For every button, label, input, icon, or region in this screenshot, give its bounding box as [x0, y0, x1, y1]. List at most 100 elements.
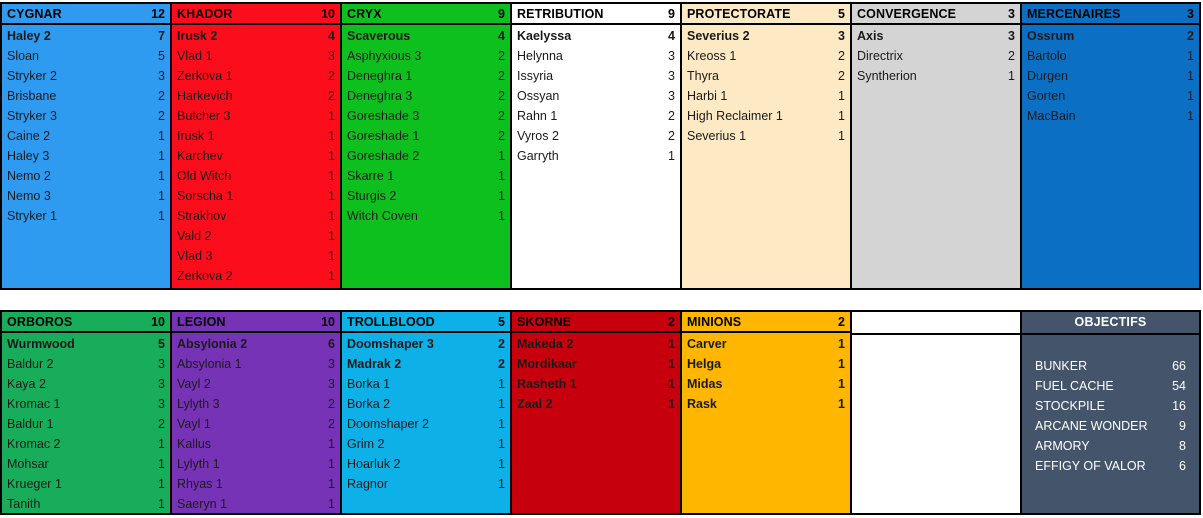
caster-name: Doomshaper 2	[347, 417, 429, 431]
caster-row: MacBain 1	[1027, 106, 1194, 126]
caster-row: Karchev 1	[177, 146, 335, 166]
caster-row: Vayl 1 2	[177, 414, 335, 434]
faction-count: 9	[498, 6, 505, 21]
faction-count: 10	[151, 314, 165, 329]
caster-count: 1	[328, 189, 335, 203]
caster-count: 1	[328, 497, 335, 511]
faction-panel-convergence: CONVERGENCE 3 Axis 3 Directrix 2 Syntherion 1	[850, 2, 1022, 290]
objective-name: ARMORY	[1035, 439, 1090, 453]
caster-row: High Reclaimer 1 1	[687, 106, 845, 126]
objective-count: 54	[1172, 379, 1186, 393]
faction-panel-orboros: ORBOROS 10 Wurmwood 5 Baldur 2 3 Kaya 2 3 Kromac…	[0, 310, 172, 515]
caster-name: Midas	[687, 377, 723, 391]
caster-name: Kromac 1	[7, 397, 61, 411]
faction-header: PROTECTORATE 5	[682, 4, 850, 25]
caster-count: 1	[328, 209, 335, 223]
caster-count: 1	[158, 497, 165, 511]
caster-name: Gorten	[1027, 89, 1066, 103]
caster-count: 1	[498, 437, 505, 451]
objective-name: STOCKPILE	[1035, 399, 1105, 413]
objective-row: EFFIGY OF VALOR 6	[1035, 456, 1186, 476]
caster-name: Helga	[687, 357, 722, 371]
caster-name: Saeryn 1	[177, 497, 228, 511]
caster-count: 1	[498, 149, 505, 163]
caster-name: Deneghra 1	[347, 69, 413, 83]
caster-row: Butcher 3 1	[177, 106, 335, 126]
caster-name: Witch Coven	[347, 209, 418, 223]
caster-row: Harbi 1 1	[687, 86, 845, 106]
caster-name: Vayl 2	[177, 377, 211, 391]
faction-name: PROTECTORATE	[687, 6, 791, 21]
faction-panel-cygnar: CYGNAR 12 Haley 2 7 Sloan 5 Stryker 2 3 Brisbane…	[0, 2, 172, 290]
caster-count: 1	[1187, 49, 1194, 63]
caster-name: Mohsar	[7, 457, 49, 471]
caster-name: Lylyth 1	[177, 457, 220, 471]
caster-name: Severius 2	[687, 29, 750, 43]
faction-header: CONVERGENCE 3	[852, 4, 1020, 25]
caster-name: Garryth	[517, 149, 559, 163]
objective-name: ARCANE WONDER	[1035, 419, 1148, 433]
faction-name: ORBOROS	[7, 314, 73, 329]
caster-count: 1	[328, 269, 335, 283]
caster-row: Thyra 2	[687, 66, 845, 86]
caster-count: 1	[668, 377, 675, 391]
caster-row: Gorten 1	[1027, 86, 1194, 106]
faction-entry-list: Ossrum 2 Bartolo 1 Durgen 1 Gorten 1 MacBain 1	[1022, 25, 1199, 288]
caster-row: Stryker 2 3	[7, 66, 165, 86]
caster-name: Ossrum	[1027, 29, 1075, 43]
objective-row: FUEL CACHE 54	[1035, 376, 1186, 396]
caster-count: 1	[498, 189, 505, 203]
faction-name: LEGION	[177, 314, 226, 329]
faction-header: CRYX 9	[342, 4, 510, 25]
caster-name: Kromac 2	[7, 437, 61, 451]
objective-row: ARCANE WONDER 9	[1035, 416, 1186, 436]
faction-name: CYGNAR	[7, 6, 62, 21]
caster-count: 2	[498, 89, 505, 103]
caster-name: Haley 2	[7, 29, 51, 43]
caster-count: 1	[838, 377, 845, 391]
faction-count: 3	[1187, 6, 1194, 21]
caster-name: Krueger 1	[7, 477, 62, 491]
caster-name: Zaal 2	[517, 397, 553, 411]
faction-name: MINIONS	[687, 314, 742, 329]
faction-entry-list: Severius 2 3 Kreoss 1 2 Thyra 2 Harbi 1 1 High R…	[682, 25, 850, 288]
caster-name: Carver	[687, 337, 727, 351]
caster-count: 5	[158, 49, 165, 63]
caster-row: Saeryn 1 1	[177, 494, 335, 513]
faction-entry-list: Haley 2 7 Sloan 5 Stryker 2 3 Brisbane 2 Stryker…	[2, 25, 170, 288]
caster-name: Syntherion	[857, 69, 917, 83]
caster-name: Strakhov	[177, 209, 227, 223]
caster-name: Caine 2	[7, 129, 51, 143]
objective-row: ARMORY 8	[1035, 436, 1186, 456]
caster-name: Tanith	[7, 497, 41, 511]
faction-panel-mercenaires: MERCENAIRES 3 Ossrum 2 Bartolo 1 Durgen 1 Gorten…	[1020, 2, 1201, 290]
caster-count: 2	[498, 337, 505, 351]
caster-row: Madrak 2 2	[347, 354, 505, 374]
caster-count: 1	[328, 229, 335, 243]
caster-row: Vyros 2 2	[517, 126, 675, 146]
caster-row: Directrix 2	[857, 46, 1015, 66]
caster-count: 1	[838, 357, 845, 371]
caster-count: 1	[498, 169, 505, 183]
caster-name: Lylyth 3	[177, 397, 220, 411]
caster-row: Ossyan 3	[517, 86, 675, 106]
faction-count: 9	[668, 6, 675, 21]
faction-panel-legion: LEGION 10 Absylonia 2 6 Absylonia 1 3 Vayl 2 3 L…	[170, 310, 342, 515]
caster-row: Deneghra 1 2	[347, 66, 505, 86]
caster-count: 1	[668, 357, 675, 371]
caster-row: Doomshaper 3 2	[347, 334, 505, 354]
caster-name: High Reclaimer 1	[687, 109, 783, 123]
caster-name: Borka 1	[347, 377, 391, 391]
objective-row: BUNKER 66	[1035, 356, 1186, 376]
caster-count: 3	[668, 69, 675, 83]
caster-count: 1	[668, 337, 675, 351]
caster-row: Brisbane 2	[7, 86, 165, 106]
caster-name: Stryker 2	[7, 69, 58, 83]
caster-name: Rhyas 1	[177, 477, 223, 491]
caster-count: 3	[838, 29, 845, 43]
caster-count: 2	[328, 69, 335, 83]
faction-panel-khador: KHADOR 10 Irusk 2 4 Vlad 1 3 Zerkova 1 2 Harkevi…	[170, 2, 342, 290]
caster-count: 1	[158, 457, 165, 471]
caster-name: Borka 2	[347, 397, 391, 411]
caster-name: Sloan	[7, 49, 39, 63]
